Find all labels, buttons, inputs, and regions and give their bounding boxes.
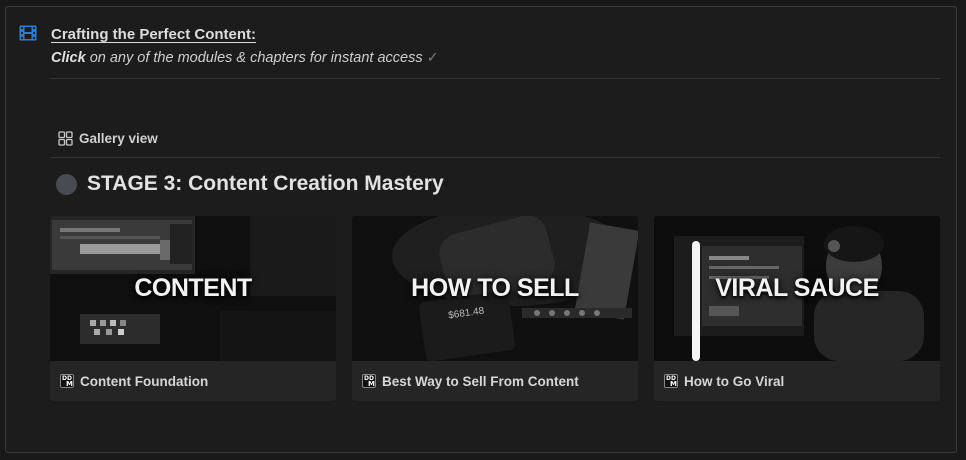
- gallery-card-best-way-to-sell[interactable]: $681.48 HOW TO SELL DD M Best Way to Sell…: [352, 216, 638, 401]
- view-divider: [50, 157, 940, 158]
- card-title-row: DD M How to Go Viral: [654, 361, 940, 401]
- card-cover-text: VIRAL SAUCE: [715, 274, 879, 302]
- card-cover-image: CONTENT: [50, 216, 336, 361]
- card-title: Content Foundation: [80, 373, 209, 389]
- check-icon: ✓: [426, 50, 439, 66]
- gallery-view-tab[interactable]: Gallery view: [58, 131, 158, 146]
- card-title: Best Way to Sell From Content: [382, 373, 579, 389]
- header-divider: [50, 78, 940, 79]
- gallery-grid-icon: [58, 131, 73, 146]
- card-cover-text: CONTENT: [134, 274, 252, 302]
- card-cover-image: $681.48 HOW TO SELL: [352, 216, 638, 361]
- subtitle-click-word: Click: [51, 50, 86, 66]
- card-title-row: DD M Best Way to Sell From Content: [352, 361, 638, 401]
- callout-subtitle: Click on any of the modules & chapters f…: [51, 50, 439, 66]
- card-cover-image: VIRAL SAUCE: [654, 216, 940, 361]
- dm-page-icon: DD M: [362, 374, 376, 388]
- gallery-card-content-foundation[interactable]: CONTENT DD M Content Foundation: [50, 216, 336, 401]
- gallery-card-how-to-go-viral[interactable]: VIRAL SAUCE DD M How to Go Viral: [654, 216, 940, 401]
- callout-title[interactable]: Crafting the Perfect Content:: [51, 26, 256, 43]
- stage-title: STAGE 3: Content Creation Mastery: [87, 172, 444, 195]
- stage-heading: STAGE 3: Content Creation Mastery: [56, 172, 444, 196]
- subtitle-text: on any of the modules & chapters for ins…: [85, 50, 423, 66]
- stage-circle-icon: [56, 173, 77, 195]
- card-title-row: DD M Content Foundation: [50, 361, 336, 401]
- card-cover-text: HOW TO SELL: [411, 274, 579, 302]
- card-title: How to Go Viral: [684, 373, 785, 389]
- dm-page-icon: DD M: [60, 374, 74, 388]
- film-icon: [19, 25, 37, 41]
- gallery-view-label: Gallery view: [79, 131, 158, 146]
- dm-page-icon: DD M: [664, 374, 678, 388]
